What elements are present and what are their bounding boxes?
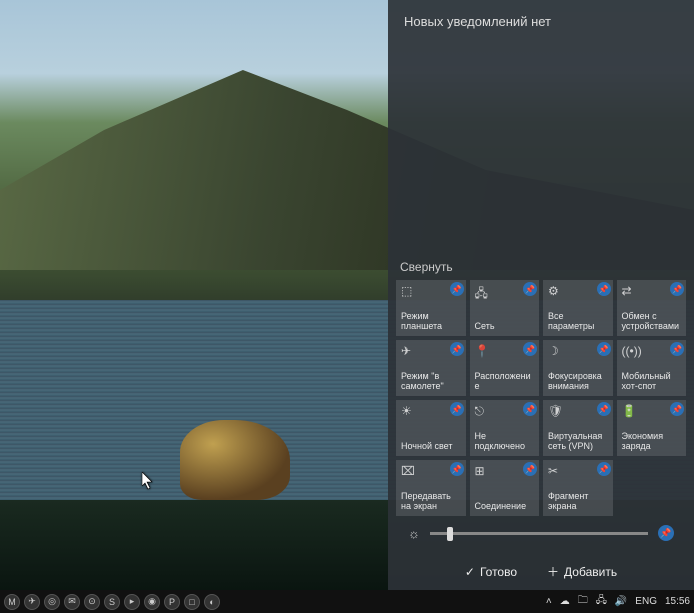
quick-tile-4[interactable]: 📌✈Режим "в самолете"	[396, 340, 466, 396]
tile-icon: ⊞	[475, 464, 535, 478]
tile-icon: ⇄	[622, 284, 682, 298]
tile-icon: 🛡	[548, 404, 608, 418]
done-button[interactable]: ✓ Готово	[465, 563, 517, 580]
quick-tile-2[interactable]: 📌⚙Все параметры	[543, 280, 613, 336]
taskbar-app-icon-5[interactable]: S	[104, 594, 120, 610]
tile-label: Сеть	[475, 322, 535, 332]
tray-network-icon[interactable]: 🖧	[596, 593, 607, 610]
tile-label: Фрагмент экрана	[548, 492, 608, 512]
brightness-slider[interactable]	[430, 532, 648, 535]
taskbar-right: ˄ ☁ 🗀 🖧 🔊 ENG 15:56	[546, 593, 690, 610]
slider-thumb[interactable]	[447, 527, 453, 541]
action-center-panel: Новых уведомлений нет Свернуть 📌 ⬚ Режим п…	[388, 0, 694, 590]
taskbar: M✈◎✉⊙S▸◉P□◐ ˄ ☁ 🗀 🖧 🔊 ENG 15:56	[0, 590, 694, 613]
quick-action-tiles: 📌⬚Режим планшета📌🖧Сеть📌⚙Все параметры📌⇄О…	[396, 280, 686, 516]
add-button[interactable]: ＋ Добавить	[547, 563, 617, 580]
taskbar-app-icon-9[interactable]: □	[184, 594, 200, 610]
quick-tile-1[interactable]: 📌🖧Сеть	[470, 280, 540, 336]
tile-label: Соединение	[475, 502, 535, 512]
collapse-link[interactable]: Свернуть	[400, 260, 453, 274]
wallpaper-rock	[180, 420, 290, 500]
tile-label: Передавать на экран	[401, 492, 461, 512]
taskbar-left: M✈◎✉⊙S▸◉P□◐	[4, 594, 220, 610]
tile-label: Режим планшета	[401, 312, 461, 332]
clock[interactable]: 15:56	[665, 596, 690, 607]
tile-icon: ⬚	[401, 284, 461, 298]
tray-chevron-icon[interactable]: ˄	[546, 596, 552, 607]
tile-icon: ✂	[548, 464, 608, 478]
quick-tile-11[interactable]: 📌🔋Экономия заряда	[617, 400, 687, 456]
tile-icon: 🖧	[475, 284, 535, 305]
tile-icon: ✈	[401, 344, 461, 358]
quick-tile-5[interactable]: 📌📍Расположение	[470, 340, 540, 396]
tile-icon: ⎋	[475, 404, 535, 419]
quick-tile-0[interactable]: 📌⬚Режим планшета	[396, 280, 466, 336]
tile-icon: 🔋	[622, 404, 682, 418]
quick-tile-8[interactable]: 📌☀Ночной свет	[396, 400, 466, 456]
tile-icon: ☀	[401, 404, 461, 418]
tile-icon: ☽	[548, 344, 608, 358]
tray-volume-icon[interactable]: 🔊	[615, 596, 627, 607]
tile-icon: 📍	[475, 344, 535, 358]
taskbar-app-icon-8[interactable]: P	[164, 594, 180, 610]
tile-icon: ((•))	[622, 344, 682, 358]
taskbar-app-icon-10[interactable]: ◐	[204, 594, 220, 610]
ac-notification-area	[388, 43, 694, 273]
ac-footer: ✓ Готово ＋ Добавить	[388, 563, 694, 580]
done-label: Готово	[480, 565, 517, 579]
quick-tile-6[interactable]: 📌☽Фокусировка внимания	[543, 340, 613, 396]
quick-tile-7[interactable]: 📌((•))Мобильный хот-спот	[617, 340, 687, 396]
quick-tile-3[interactable]: 📌⇄Обмен с устройствами	[617, 280, 687, 336]
tile-icon: ⌧	[401, 464, 461, 478]
taskbar-app-icon-2[interactable]: ◎	[44, 594, 60, 610]
add-label: Добавить	[564, 565, 617, 579]
quick-tile-14[interactable]: 📌✂Фрагмент экрана	[543, 460, 613, 516]
quick-tile-10[interactable]: 📌🛡Виртуальная сеть (VPN)	[543, 400, 613, 456]
tray-cloud-icon[interactable]: ☁	[560, 596, 570, 607]
tile-label: Режим "в самолете"	[401, 372, 461, 392]
taskbar-app-icon-7[interactable]: ◉	[144, 594, 160, 610]
taskbar-app-icon-0[interactable]: M	[4, 594, 20, 610]
tile-label: Не подключено	[475, 432, 535, 452]
taskbar-app-icon-6[interactable]: ▸	[124, 594, 140, 610]
taskbar-app-icon-4[interactable]: ⊙	[84, 594, 100, 610]
taskbar-app-icon-1[interactable]: ✈	[24, 594, 40, 610]
brightness-row: ☼ 📌	[408, 518, 674, 548]
taskbar-app-icon-3[interactable]: ✉	[64, 594, 80, 610]
tile-label: Фокусировка внимания	[548, 372, 608, 392]
tray-folder-icon[interactable]: 🗀	[578, 593, 588, 610]
quick-tile-12[interactable]: 📌⌧Передавать на экран	[396, 460, 466, 516]
tile-label: Обмен с устройствами	[622, 312, 682, 332]
tile-label: Экономия заряда	[622, 432, 682, 452]
tile-label: Ночной свет	[401, 442, 461, 452]
quick-tile-9[interactable]: 📌⎋Не подключено	[470, 400, 540, 456]
tile-label: Расположение	[475, 372, 535, 392]
mouse-cursor	[142, 472, 154, 490]
brightness-icon: ☼	[408, 526, 420, 541]
language-indicator[interactable]: ENG	[635, 596, 657, 607]
tile-label: Все параметры	[548, 312, 608, 332]
tile-label: Виртуальная сеть (VPN)	[548, 432, 608, 452]
quick-tile-13[interactable]: 📌⊞Соединение	[470, 460, 540, 516]
tile-label: Мобильный хот-спот	[622, 372, 682, 392]
tile-icon: ⚙	[548, 284, 608, 298]
ac-header: Новых уведомлений нет	[388, 0, 694, 43]
pin-icon[interactable]: 📌	[658, 525, 674, 541]
